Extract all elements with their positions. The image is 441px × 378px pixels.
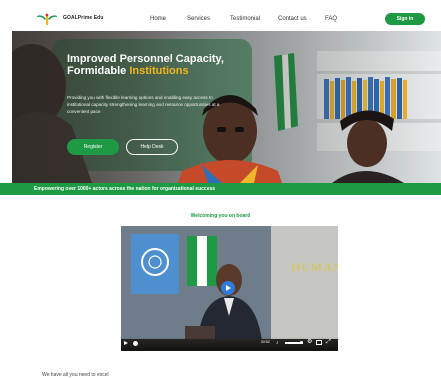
nav-faq[interactable]: FAQ [325, 16, 337, 22]
video-background-word: HUMAN [291, 260, 338, 274]
play-icon[interactable] [124, 341, 128, 345]
nav-services[interactable]: Services [187, 16, 210, 22]
hero-title-line1: Improved Personnel Capacity, [67, 53, 224, 65]
fullscreen-icon[interactable]: ⤢ [326, 339, 331, 346]
nav-testimonial[interactable]: Testimonial [230, 16, 260, 22]
welcome-heading: Welcoming you on board [190, 213, 251, 219]
hero-title: Improved Personnel Capacity, Formidable … [67, 53, 237, 77]
video-time: 00:52 [261, 340, 270, 344]
volume-icon[interactable]: ♪ [276, 340, 282, 346]
settings-gear-icon[interactable]: ⚙ [307, 339, 312, 346]
nav-home[interactable]: Home [150, 16, 166, 22]
nav-contact-us[interactable]: Contact us [278, 16, 307, 22]
stats-banner: Empowering over 1000+ actors across the … [0, 183, 441, 195]
brand-name[interactable]: GOALPrime Edu [63, 15, 103, 21]
register-button[interactable]: Register [67, 139, 119, 155]
sign-in-button[interactable]: Sign in [385, 13, 425, 25]
hero-description: Providing you with flexible learning opt… [67, 95, 220, 114]
volume-handle[interactable] [300, 341, 303, 344]
goalprime-logo-icon[interactable] [36, 13, 58, 26]
captions-icon[interactable] [316, 340, 322, 345]
bottom-section-heading: We have all you need to excel [42, 372, 109, 378]
hero-title-line2: Formidable [67, 65, 130, 77]
help-desk-button[interactable]: Help Desk [126, 139, 178, 155]
progress-handle[interactable] [133, 341, 138, 346]
video-controls-bar [121, 337, 338, 351]
video-play-button[interactable] [221, 281, 235, 295]
hero-title-accent: Institutions [129, 65, 189, 77]
hero-section: Improved Personnel Capacity, Formidable … [12, 31, 441, 183]
